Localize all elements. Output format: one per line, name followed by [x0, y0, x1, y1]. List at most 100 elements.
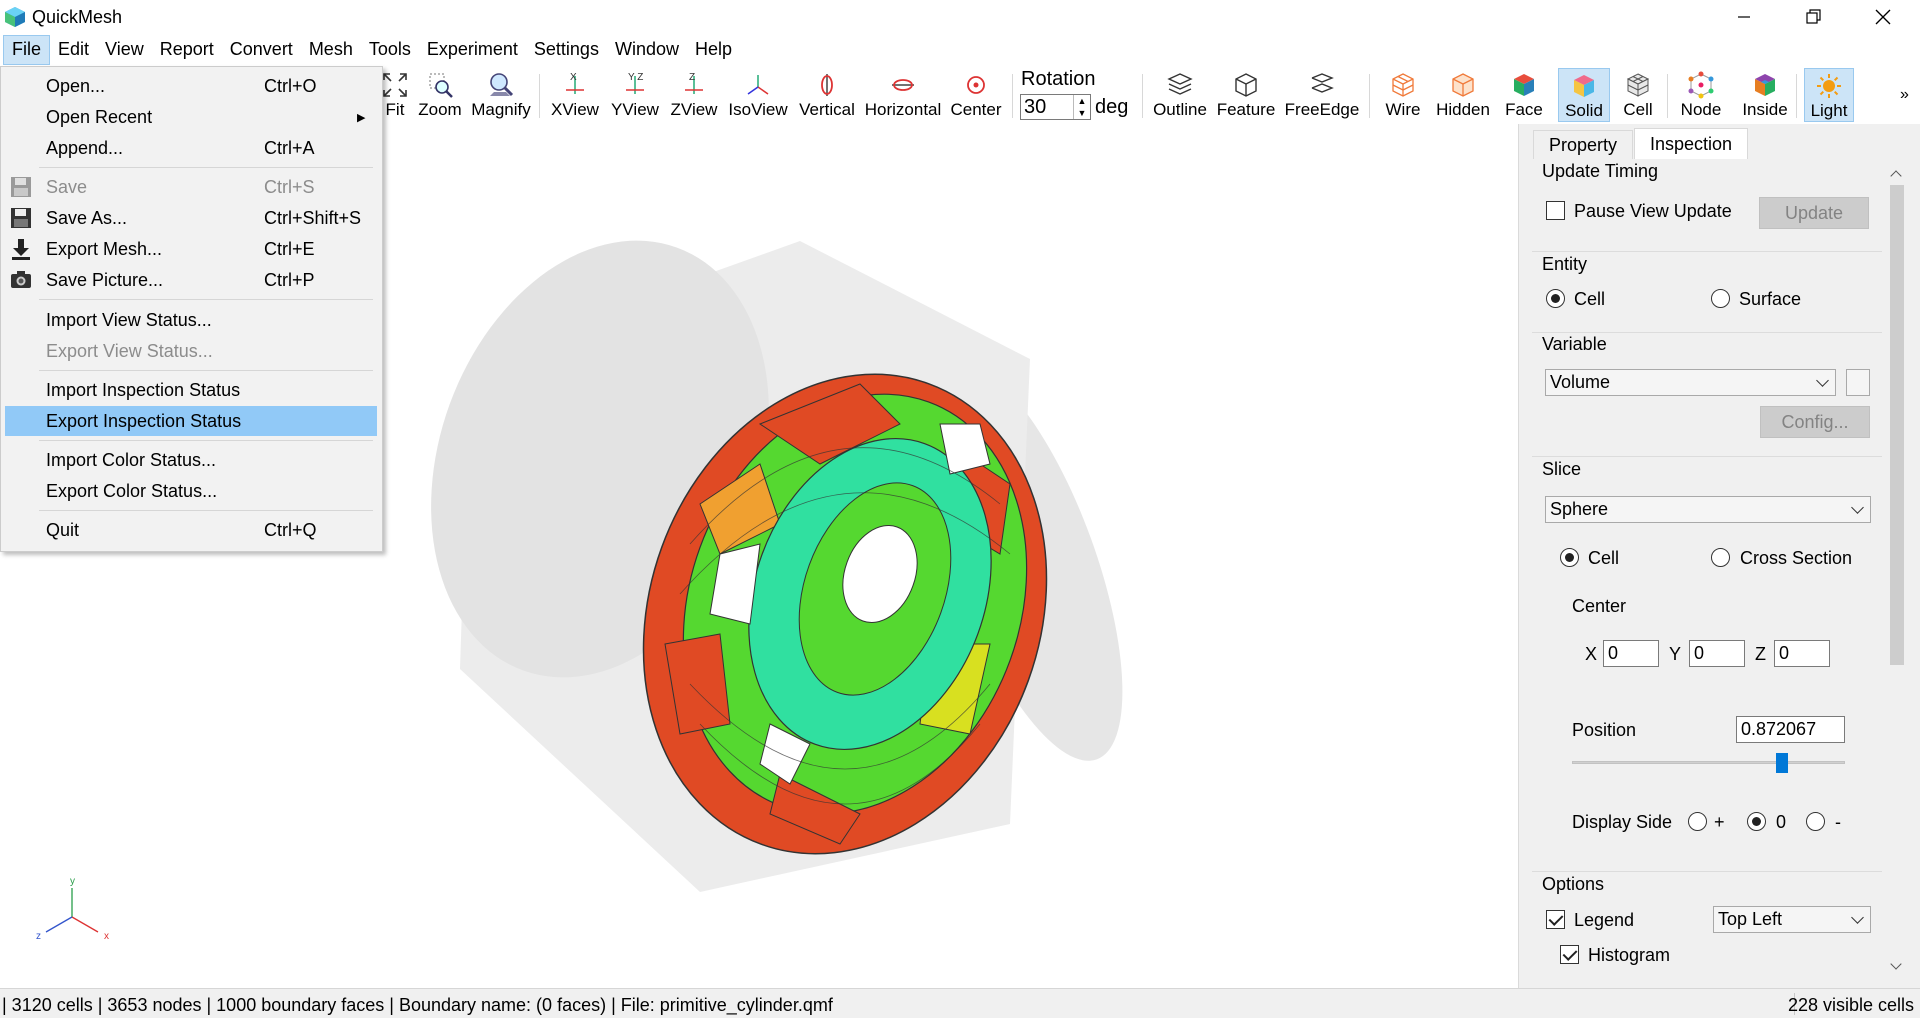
- menu-save-as[interactable]: Save As... Ctrl+Shift+S: [5, 203, 377, 233]
- rotation-spinner[interactable]: ▲ ▼: [1073, 95, 1090, 119]
- save-as-floppy-icon: [11, 208, 31, 228]
- scroll-up-icon[interactable]: [1890, 170, 1902, 182]
- menu-export-inspection-status[interactable]: Export Inspection Status: [5, 406, 377, 436]
- display-side-zero-radio[interactable]: [1747, 812, 1766, 831]
- legend-position-select[interactable]: Top Left: [1713, 906, 1871, 933]
- axis-triad: y x z: [36, 876, 109, 942]
- menu-separator: [39, 167, 373, 168]
- toolbar-more-button[interactable]: »: [1900, 86, 1909, 104]
- menu-open[interactable]: Open... Ctrl+O: [5, 71, 377, 101]
- status-bar: | 3120 cells | 3653 nodes | 1000 boundar…: [0, 988, 1920, 1018]
- chevron-down-icon: [1851, 501, 1864, 514]
- display-side-plus-radio[interactable]: [1688, 812, 1707, 831]
- menu-file[interactable]: File: [3, 35, 51, 65]
- menu-save-picture[interactable]: Save Picture... Ctrl+P: [5, 265, 377, 295]
- slice-cell-radio[interactable]: [1560, 548, 1579, 567]
- isoview-button[interactable]: IsoView: [726, 68, 790, 122]
- entity-surface-radio[interactable]: [1711, 289, 1730, 308]
- menu-settings[interactable]: Settings: [526, 36, 607, 64]
- histogram-checkbox[interactable]: [1560, 945, 1579, 964]
- yview-button[interactable]: Y Z YView: [609, 68, 661, 122]
- isoview-label: IsoView: [728, 100, 788, 119]
- slice-shape-select[interactable]: Sphere: [1545, 496, 1871, 523]
- scroll-down-icon[interactable]: [1890, 958, 1902, 970]
- download-arrow-icon: [12, 239, 30, 260]
- menu-window[interactable]: Window: [607, 36, 687, 64]
- xview-button[interactable]: X XView: [549, 68, 601, 122]
- restore-button[interactable]: [1776, 0, 1850, 34]
- menu-export-color-status[interactable]: Export Color Status...: [5, 476, 377, 506]
- config-button[interactable]: Config...: [1760, 406, 1870, 438]
- wire-button[interactable]: Wire: [1380, 68, 1426, 122]
- menu-experiment[interactable]: Experiment: [419, 36, 526, 64]
- pause-view-update-checkbox[interactable]: [1546, 201, 1565, 220]
- menu-append[interactable]: Append... Ctrl+A: [5, 133, 377, 163]
- position-slider-track[interactable]: [1572, 761, 1845, 764]
- light-button[interactable]: Light: [1804, 68, 1854, 122]
- variable-select[interactable]: Volume: [1545, 369, 1836, 396]
- xview-axis-icon: X: [566, 72, 584, 94]
- center-x-input[interactable]: 0: [1603, 640, 1659, 667]
- menu-save[interactable]: Save Ctrl+S: [5, 172, 377, 202]
- center-y-input[interactable]: 0: [1689, 640, 1745, 667]
- face-button[interactable]: Face: [1500, 68, 1548, 122]
- entity-cell-radio[interactable]: [1546, 289, 1565, 308]
- feature-button[interactable]: Feature: [1216, 68, 1276, 122]
- minimize-button[interactable]: [1707, 0, 1781, 34]
- position-input[interactable]: 0.872067: [1736, 716, 1845, 743]
- freeedge-icon: [1311, 73, 1334, 93]
- fit-button[interactable]: Fit: [380, 68, 410, 122]
- menu-save-shortcut: Ctrl+S: [264, 176, 315, 197]
- menu-save-as-shortcut: Ctrl+Shift+S: [264, 207, 362, 228]
- light-label: Light: [1810, 101, 1848, 120]
- horizontal-label: Horizontal: [864, 100, 942, 119]
- zoom-button[interactable]: Zoom: [416, 68, 464, 122]
- menu-export-view-status[interactable]: Export View Status...: [5, 336, 377, 366]
- tab-inspection[interactable]: Inspection: [1634, 128, 1748, 160]
- tab-property[interactable]: Property: [1533, 130, 1633, 160]
- menu-convert[interactable]: Convert: [222, 36, 301, 64]
- scrollbar-thumb[interactable]: [1890, 185, 1904, 665]
- menu-import-inspection-status[interactable]: Import Inspection Status: [5, 375, 377, 405]
- variable-color-button[interactable]: [1846, 369, 1870, 396]
- close-button[interactable]: [1846, 0, 1920, 34]
- node-button[interactable]: Node: [1677, 68, 1725, 122]
- hidden-button[interactable]: Hidden: [1434, 68, 1492, 122]
- center-button[interactable]: Center: [948, 68, 1004, 122]
- menu-report[interactable]: Report: [152, 36, 222, 64]
- inside-button[interactable]: Inside: [1740, 68, 1790, 122]
- position-slider-thumb[interactable]: [1776, 753, 1789, 773]
- menu-save-picture-shortcut: Ctrl+P: [264, 269, 315, 290]
- menu-export-mesh[interactable]: Export Mesh... Ctrl+E: [5, 234, 377, 264]
- menu-view[interactable]: View: [97, 36, 152, 64]
- update-button[interactable]: Update: [1759, 197, 1869, 229]
- magnify-button[interactable]: Magnify: [470, 68, 532, 122]
- display-side-minus-radio[interactable]: [1806, 812, 1825, 831]
- zview-button[interactable]: Z ZView: [668, 68, 720, 122]
- cell-button[interactable]: Cell: [1616, 68, 1660, 122]
- legend-position-value: Top Left: [1718, 909, 1783, 929]
- menu-separator: [39, 440, 373, 441]
- slice-cross-section-radio[interactable]: [1711, 548, 1730, 567]
- solid-label: Solid: [1565, 101, 1603, 120]
- outline-button[interactable]: Outline: [1151, 68, 1209, 122]
- menu-help[interactable]: Help: [687, 36, 740, 64]
- menu-mesh[interactable]: Mesh: [301, 36, 361, 64]
- legend-checkbox[interactable]: [1546, 910, 1565, 929]
- menu-quit[interactable]: Quit Ctrl+Q: [5, 515, 377, 545]
- hidden-label: Hidden: [1436, 100, 1490, 119]
- menu-import-color-status[interactable]: Import Color Status...: [5, 445, 377, 475]
- freeedge-button[interactable]: FreeEdge: [1284, 68, 1360, 122]
- menu-save-picture-label: Save Picture...: [46, 269, 164, 290]
- solid-button[interactable]: Solid: [1558, 68, 1610, 122]
- horizontal-button[interactable]: Horizontal: [864, 68, 942, 122]
- camera-icon: [11, 271, 31, 288]
- center-z-input[interactable]: 0: [1774, 640, 1830, 667]
- menu-import-view-status[interactable]: Import View Status...: [5, 305, 377, 335]
- menu-edit[interactable]: Edit: [50, 36, 97, 64]
- wire-label: Wire: [1385, 100, 1421, 119]
- panel-scrollbar[interactable]: [1887, 160, 1907, 980]
- menu-open-recent[interactable]: Open Recent ▶: [5, 102, 377, 132]
- menu-tools[interactable]: Tools: [361, 36, 419, 64]
- vertical-button[interactable]: Vertical: [798, 68, 856, 122]
